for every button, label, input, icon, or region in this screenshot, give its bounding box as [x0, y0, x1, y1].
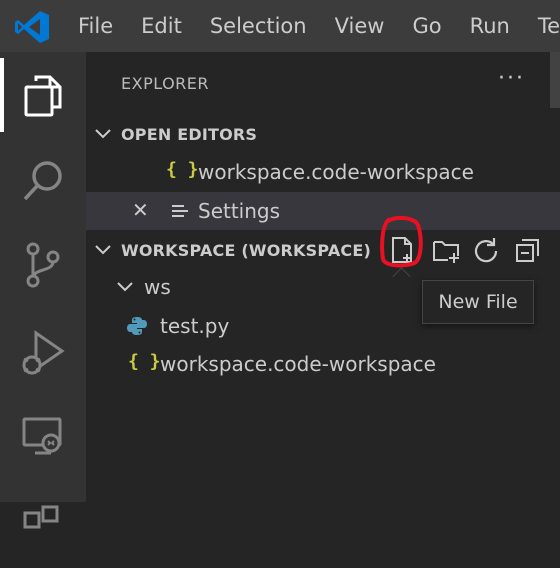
json-braces-icon: { }	[128, 351, 161, 372]
explorer-icon	[24, 75, 62, 117]
vscode-logo-icon	[15, 11, 49, 43]
remote-explorer-icon	[22, 417, 62, 455]
file-label: workspace.code-workspace	[160, 352, 436, 376]
workspace-label: WORKSPACE (WORKSPACE)	[121, 240, 372, 260]
explorer-sidebar: EXPLORER ··· OPEN EDITORS { } workspace.…	[86, 52, 560, 502]
new-folder-icon[interactable]	[432, 236, 460, 264]
activity-remote-explorer[interactable]	[0, 394, 86, 480]
open-editor-label: workspace.code-workspace	[198, 160, 474, 184]
title-bar: File Edit Selection View Go Run Terr	[0, 0, 560, 52]
chevron-down-icon	[117, 282, 133, 292]
activity-extensions[interactable]	[0, 482, 86, 568]
menu-file[interactable]: File	[64, 14, 127, 38]
run-debug-icon	[22, 330, 65, 375]
file-label: test.py	[160, 314, 230, 338]
menu-bar: File Edit Selection View Go Run Terr	[64, 0, 560, 52]
open-editors-header[interactable]: OPEN EDITORS	[86, 116, 560, 152]
explorer-title: EXPLORER	[121, 74, 209, 93]
activity-run-debug[interactable]	[0, 310, 86, 396]
open-editor-item[interactable]: { } workspace.code-workspace	[86, 153, 560, 191]
menu-edit[interactable]: Edit	[127, 14, 196, 38]
menu-view[interactable]: View	[321, 14, 399, 38]
close-editor-button[interactable]: ✕	[132, 198, 149, 222]
refresh-icon[interactable]	[472, 236, 500, 264]
more-actions-button[interactable]: ···	[498, 66, 525, 91]
activity-bar	[0, 52, 86, 529]
menu-selection[interactable]: Selection	[196, 14, 321, 38]
extensions-icon	[23, 505, 59, 529]
open-editor-label: Settings	[198, 199, 281, 223]
search-icon	[23, 161, 62, 201]
folder-label: ws	[144, 275, 171, 299]
collapse-all-icon[interactable]	[514, 236, 542, 264]
menu-run[interactable]: Run	[456, 14, 524, 38]
file-row-workspace[interactable]: { } workspace.code-workspace	[86, 345, 560, 383]
chevron-down-icon	[95, 245, 111, 255]
python-icon	[127, 317, 147, 335]
settings-lines-icon	[172, 205, 188, 217]
open-editor-item-settings[interactable]: ✕ Settings	[86, 192, 560, 230]
menu-go[interactable]: Go	[398, 14, 455, 38]
annotation-circle	[380, 215, 423, 268]
tooltip-new-file: New File	[422, 280, 534, 324]
open-editors-label: OPEN EDITORS	[121, 124, 258, 144]
scrollbar[interactable]	[550, 52, 560, 108]
source-control-icon	[26, 242, 60, 288]
json-braces-icon: { }	[166, 159, 199, 180]
activity-explorer[interactable]	[0, 52, 86, 138]
menu-terminal[interactable]: Terr	[524, 14, 560, 38]
chevron-down-icon	[95, 129, 111, 139]
activity-source-control[interactable]	[0, 222, 86, 308]
activity-search[interactable]	[0, 138, 86, 224]
